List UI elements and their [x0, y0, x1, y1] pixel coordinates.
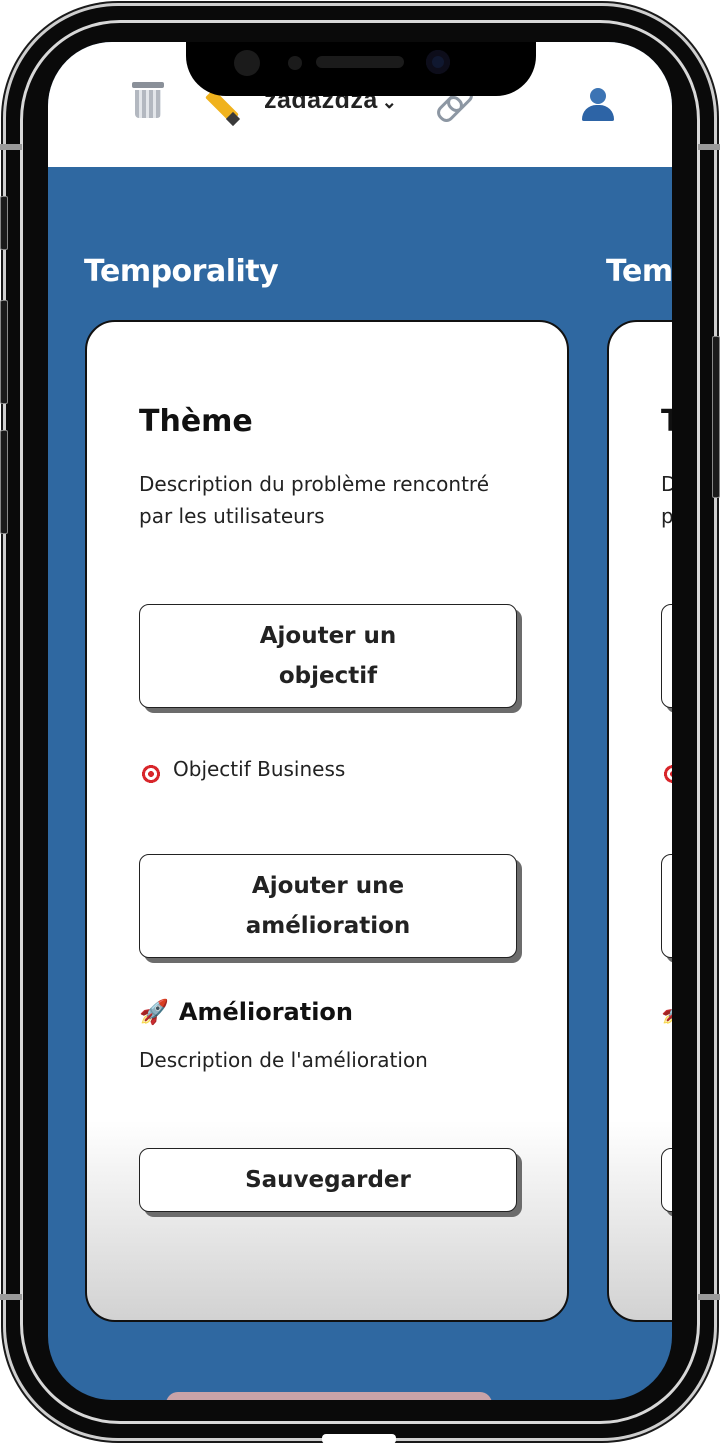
objective-item[interactable]: Objectif Business [139, 752, 345, 786]
phone-screen: zadazdza⌄ Temporality Temporality Thème … [48, 42, 672, 1400]
card-description: Description du problème rencontré par le… [661, 472, 672, 528]
trash-icon[interactable] [132, 82, 164, 118]
antenna-line [0, 1294, 22, 1300]
improvement-heading: 🚀 [661, 998, 672, 1026]
card-heading: Thème [139, 404, 253, 439]
save-button[interactable]: Sauvegarder [139, 1148, 517, 1212]
add-objective-button[interactable] [661, 604, 672, 708]
add-improvement-button[interactable] [661, 854, 672, 958]
column-title: Temporality [606, 254, 672, 289]
save-button[interactable] [661, 1148, 672, 1212]
mute-switch [0, 196, 8, 250]
sensor-icon [234, 50, 260, 76]
antenna-line [698, 1294, 720, 1300]
bottom-action-bar[interactable] [166, 1392, 492, 1400]
objective-item[interactable] [661, 752, 672, 786]
improvement-description: Description de l'amélioration [139, 1048, 428, 1072]
add-improvement-label: Ajouter une amélioration [245, 873, 411, 939]
target-icon [661, 762, 672, 786]
speaker-grille [316, 56, 404, 68]
target-icon [139, 762, 163, 786]
column-title: Temporality [84, 254, 279, 289]
antenna-line [698, 144, 720, 150]
card-description: Description du problème rencontré par le… [139, 472, 490, 528]
improvement-title: Amélioration [178, 998, 353, 1026]
rocket-icon: 🚀 [661, 998, 672, 1026]
objective-label: Objectif Business [173, 757, 346, 781]
add-objective-button[interactable]: Ajouter un objectif [139, 604, 517, 708]
phone-notch [186, 42, 536, 96]
home-indicator [322, 1434, 396, 1444]
camera-icon [426, 50, 450, 74]
antenna-line [0, 144, 22, 150]
theme-card: Thème Description du problème rencontré … [607, 320, 672, 1322]
add-improvement-button[interactable]: Ajouter une amélioration [139, 854, 517, 958]
rocket-icon: 🚀 [139, 998, 169, 1026]
theme-card: Thème Description du problème rencontré … [85, 320, 569, 1322]
save-label: Sauvegarder [245, 1167, 411, 1193]
volume-up-button [0, 300, 8, 404]
volume-down-button [0, 430, 8, 534]
sensor-icon [288, 56, 302, 70]
improvement-heading: 🚀 Amélioration [139, 998, 353, 1026]
power-button [712, 336, 720, 498]
user-icon[interactable] [580, 88, 614, 122]
card-heading: Thème [661, 404, 672, 439]
add-objective-label: Ajouter un objectif [259, 623, 397, 689]
